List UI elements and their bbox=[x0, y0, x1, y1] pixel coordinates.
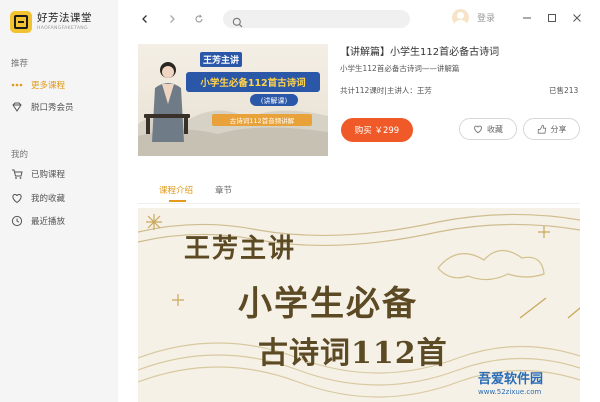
sidebar-item-talkshow-member[interactable]: 脱口秀会员 bbox=[11, 98, 74, 116]
tab-divider bbox=[138, 203, 580, 204]
sidebar-item-label: 最近播放 bbox=[31, 217, 66, 227]
login-label: 登录 bbox=[477, 14, 496, 24]
section-mine: 我的 bbox=[11, 150, 29, 160]
chevron-left-icon bbox=[142, 15, 147, 23]
refresh-button[interactable] bbox=[192, 12, 206, 26]
collect-button[interactable]: 收藏 bbox=[459, 118, 517, 140]
tab-course-intro[interactable]: 课程介绍 bbox=[159, 184, 193, 196]
chevron-right-icon bbox=[170, 15, 175, 23]
logo-icon bbox=[10, 11, 32, 33]
close-icon bbox=[573, 14, 581, 22]
watermark-url: www.52zixue.com bbox=[478, 388, 542, 396]
thumb-line3: (讲解课) bbox=[261, 96, 288, 105]
maximize-icon bbox=[548, 14, 556, 22]
avatar bbox=[452, 9, 469, 26]
heart-icon bbox=[473, 124, 483, 134]
tab-active-indicator bbox=[169, 200, 186, 202]
app-subtitle: HAOFANGFAKETANG bbox=[37, 26, 88, 31]
login-button[interactable]: 登录 bbox=[452, 9, 495, 26]
clock-icon bbox=[11, 215, 23, 227]
refresh-icon bbox=[195, 14, 203, 23]
dots-icon bbox=[11, 79, 23, 91]
app-logo[interactable]: 好芳法课堂 HAOFANGFAKETANG bbox=[10, 11, 92, 33]
course-cover-image: 王芳主讲 小学生必备112首古诗词 (讲解课) 古诗词112首音频讲解 bbox=[138, 44, 328, 156]
sidebar-item-favorites[interactable]: 我的收藏 bbox=[11, 189, 65, 207]
sidebar-item-purchased[interactable]: 已购课程 bbox=[11, 165, 65, 183]
minimize-button[interactable] bbox=[521, 12, 533, 24]
course-title: 【讲解篇】小学生112首必备古诗词 bbox=[340, 47, 500, 58]
sidebar-item-label: 更多课程 bbox=[31, 81, 66, 91]
buy-button[interactable]: 购买 ￥299 bbox=[341, 118, 413, 142]
share-label: 分享 bbox=[550, 124, 567, 134]
thumb-line4: 古诗词112首音频讲解 bbox=[230, 116, 295, 125]
app-title: 好芳法课堂 bbox=[37, 12, 92, 24]
thumb-line1: 王芳主讲 bbox=[203, 54, 239, 66]
sidebar: 好芳法课堂 HAOFANGFAKETANG 推荐 更多课程 脱口秀会员 我的 已… bbox=[0, 0, 118, 402]
sidebar-item-more-courses[interactable]: 更多课程 bbox=[11, 76, 65, 94]
heart-icon bbox=[11, 192, 23, 204]
banner-line1: 王芳主讲 bbox=[184, 234, 297, 264]
banner-line3: 古诗词112首 bbox=[258, 336, 448, 371]
collect-label: 收藏 bbox=[487, 124, 503, 134]
forward-button[interactable] bbox=[165, 12, 179, 26]
sidebar-item-recent[interactable]: 最近播放 bbox=[11, 212, 65, 230]
tab-chapters[interactable]: 章节 bbox=[215, 184, 232, 196]
minimize-icon bbox=[523, 17, 531, 19]
sidebar-item-label: 脱口秀会员 bbox=[31, 103, 74, 113]
diamond-icon bbox=[11, 101, 23, 113]
back-button[interactable] bbox=[138, 12, 152, 26]
sidebar-item-label: 我的收藏 bbox=[31, 194, 66, 204]
search-icon bbox=[232, 13, 243, 32]
thumb-line2: 小学生必备112首古诗词 bbox=[199, 77, 305, 89]
cart-icon bbox=[11, 168, 23, 180]
course-thumbnail[interactable]: 王芳主讲 小学生必备112首古诗词 (讲解课) 古诗词112首音频讲解 bbox=[138, 44, 328, 156]
maximize-button[interactable] bbox=[546, 12, 558, 24]
watermark-name: 吾爱软件园 bbox=[478, 372, 544, 387]
sold-count: 已售213 bbox=[549, 86, 579, 95]
section-recommend: 推荐 bbox=[11, 59, 29, 69]
close-button[interactable] bbox=[571, 12, 583, 24]
course-subtitle: 小学生112首必备古诗词——讲解篇 bbox=[340, 64, 460, 73]
search-input[interactable] bbox=[223, 10, 410, 28]
watermark: 吾爱软件园 www.52zixue.com bbox=[478, 368, 598, 402]
share-icon bbox=[537, 124, 547, 134]
share-button[interactable]: 分享 bbox=[523, 118, 580, 140]
banner-line2: 小学生必备 bbox=[238, 284, 418, 324]
course-meta: 共计112课时|主讲人：王芳 bbox=[340, 86, 432, 95]
sidebar-item-label: 已购课程 bbox=[31, 170, 66, 180]
